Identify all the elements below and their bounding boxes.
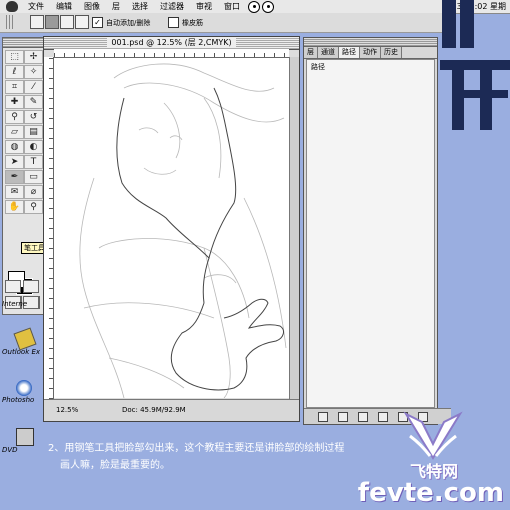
load-selection-button[interactable] xyxy=(358,411,368,422)
shape-layer-mode-button[interactable] xyxy=(30,15,44,29)
lasso-tool-icon[interactable]: ℓ xyxy=(5,65,24,79)
brush-tool-icon[interactable]: ✎ xyxy=(24,95,43,109)
fill-path-button[interactable] xyxy=(318,411,328,422)
path-selection-tool-icon[interactable]: ➤ xyxy=(5,155,24,169)
menu-view[interactable]: 审视 xyxy=(190,0,218,13)
document-statusbar: 12.5% Doc: 45.9M/92.9M xyxy=(44,399,299,421)
marquee-tool-icon[interactable]: ⬚ xyxy=(5,50,24,64)
rubber-band-label: 橡皮筋 xyxy=(182,18,203,27)
tutorial-caption: 2、用钢笔工具把脸部勾出来，这个教程主要还是讲脸部的绘制过程 画人嘛，脸是最重要… xyxy=(48,440,418,474)
menu-layer[interactable]: 层 xyxy=(106,0,126,13)
desktop-icon-photoshop[interactable]: Photosho xyxy=(2,380,46,404)
slice-tool-icon[interactable]: ⁄ xyxy=(24,80,43,94)
auto-add-delete-checkbox[interactable]: ✓ xyxy=(92,17,103,28)
zoom-tool-icon[interactable]: ⚲ xyxy=(24,200,43,214)
menu-window[interactable]: 窗口 xyxy=(218,0,246,13)
desktop-icon-label: Photosho xyxy=(2,396,35,404)
tab-paths[interactable]: 路径 xyxy=(339,47,360,58)
document-title: 001.psd @ 12.5% (层 2,CMYK) xyxy=(107,38,236,47)
paths-panel: 层 通道 路径 动作 历史 路径 xyxy=(303,37,451,425)
caption-line-1: 2、用钢笔工具把脸部勾出来，这个教程主要还是讲脸部的绘制过程 xyxy=(48,443,345,454)
screen-mode-buttons xyxy=(5,280,39,293)
full-screen-mode-button[interactable] xyxy=(23,280,39,293)
tab-actions[interactable]: 动作 xyxy=(360,47,381,58)
path-mode-button[interactable] xyxy=(45,15,59,29)
document-size: Doc: 45.9M/92.9M xyxy=(122,406,186,414)
make-work-path-button[interactable] xyxy=(378,411,388,422)
wallpaper-glyph-icon xyxy=(440,0,510,130)
photoshop-icon xyxy=(16,380,32,396)
menu-file[interactable]: 文件 xyxy=(22,0,50,13)
shape-tool-icon[interactable]: ▭ xyxy=(24,170,43,184)
desktop-icon-outlook[interactable]: Outlook Ex xyxy=(2,327,46,356)
pen-tool-icon[interactable]: ✒ xyxy=(5,170,24,184)
notes-tool-icon[interactable]: ✉ xyxy=(5,185,24,199)
magic-wand-tool-icon[interactable]: ✧ xyxy=(24,65,43,79)
healing-brush-tool-icon[interactable]: ✚ xyxy=(5,95,24,109)
vertical-scrollbar[interactable] xyxy=(289,57,299,399)
gradient-tool-icon[interactable]: ▤ xyxy=(24,125,43,139)
horizontal-ruler[interactable] xyxy=(54,49,289,58)
auto-add-delete-label: 自动添加/删除 xyxy=(106,18,151,27)
eraser-tool-icon[interactable]: ▱ xyxy=(5,125,24,139)
menu-bar: 文件 编辑 图像 层 选择 过滤器 审视 窗口 13:12:02 星期 xyxy=(0,0,510,14)
image-canvas[interactable] xyxy=(54,58,289,398)
toolbox-titlebar[interactable] xyxy=(3,38,43,48)
menu-edit[interactable]: 编辑 xyxy=(50,0,78,13)
caption-line-2: 画人嘛，脸是最重要的。 xyxy=(60,460,170,471)
tab-history[interactable]: 历史 xyxy=(381,47,402,58)
menu-select[interactable]: 选择 xyxy=(126,0,154,13)
history-brush-tool-icon[interactable]: ↺ xyxy=(24,110,43,124)
hand-tool-icon[interactable]: ✋ xyxy=(5,200,24,214)
watermark-url: fevte.com xyxy=(357,478,504,508)
eyedropper-tool-icon[interactable]: ⌀ xyxy=(24,185,43,199)
desktop-icon-dvd[interactable]: DVD xyxy=(2,428,46,454)
list-item[interactable]: 路径 xyxy=(307,60,434,74)
toolbox: ⬚ ✢ ℓ ✧ ⌗ ⁄ ✚ ✎ ⚲ ↺ ▱ ▤ ◍ ◐ ➤ T ✒ ▭ ✉ ⌀ … xyxy=(2,37,60,315)
menu-filter[interactable]: 过滤器 xyxy=(154,0,190,13)
wallpaper-decoration xyxy=(440,0,510,130)
panel-titlebar[interactable] xyxy=(304,38,437,47)
desktop-icon-label: Interne xyxy=(2,300,28,308)
line-art-drawing xyxy=(79,63,287,398)
panel-tabs: 层 通道 路径 动作 历史 xyxy=(304,47,437,59)
desktop-icon-internet[interactable]: Interne xyxy=(2,300,46,308)
xeyes-icon xyxy=(248,0,274,13)
path-mode-buttons xyxy=(30,15,89,29)
zoom-level[interactable]: 12.5% xyxy=(56,406,78,414)
move-tool-icon[interactable]: ✢ xyxy=(24,50,43,64)
grip-handle-icon[interactable] xyxy=(6,15,14,29)
menu-image[interactable]: 图像 xyxy=(78,0,106,13)
clone-stamp-tool-icon[interactable]: ⚲ xyxy=(5,110,24,124)
dodge-tool-icon[interactable]: ◐ xyxy=(24,140,43,154)
standard-screen-mode-button[interactable] xyxy=(5,280,21,293)
tab-channels[interactable]: 通道 xyxy=(318,47,339,58)
desktop-icon-label: DVD xyxy=(2,446,18,454)
type-tool-icon[interactable]: T xyxy=(24,155,43,169)
quick-mask-buttons xyxy=(6,267,22,280)
paths-list: 路径 xyxy=(306,59,435,408)
dvd-icon xyxy=(16,428,34,446)
blur-tool-icon[interactable]: ◍ xyxy=(5,140,24,154)
auto-add-delete-option[interactable]: ✓ 自动添加/删除 xyxy=(92,17,150,28)
document-window: 001.psd @ 12.5% (层 2,CMYK) 12.5% Doc: 45… xyxy=(43,36,300,422)
options-bar: ✓ 自动添加/删除 橡皮筋 xyxy=(0,13,450,33)
rubber-band-option[interactable]: 橡皮筋 xyxy=(168,17,203,28)
tab-layers[interactable]: 层 xyxy=(304,47,318,58)
apple-menu-icon[interactable] xyxy=(6,1,18,12)
wing-logo-icon xyxy=(403,411,463,460)
rubber-band-checkbox[interactable] xyxy=(168,17,179,28)
fill-pixels-mode-button[interactable] xyxy=(60,15,74,29)
stroke-path-button[interactable] xyxy=(338,411,348,422)
crop-tool-icon[interactable]: ⌗ xyxy=(5,80,24,94)
pen-mode-button[interactable] xyxy=(75,15,89,29)
